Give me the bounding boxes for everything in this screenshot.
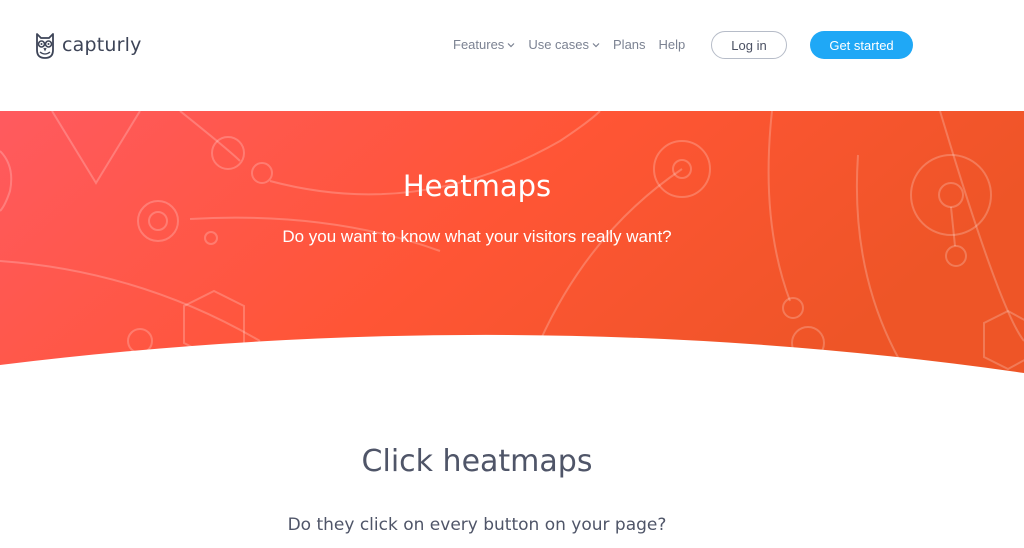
nav-item-label: Help [658,37,686,52]
nav-item-label: Features [453,37,505,52]
site-header: capturly Features Use cases Plans Help L… [0,0,1024,111]
owl-logo-icon [36,33,54,59]
hero-title: Heatmaps [402,169,552,203]
brand-logo[interactable]: capturly [34,30,142,60]
nav-item-plans[interactable]: Plans [613,37,646,52]
nav-item-features[interactable]: Features [453,37,515,52]
section-subtitle: Do they click on every button on your pa… [287,515,667,535]
nav-item-label: Plans [613,37,646,52]
chevron-down-icon [507,42,515,47]
get-started-button[interactable]: Get started [810,31,913,59]
nav-item-label: Use cases [528,37,590,52]
nav-item-help[interactable]: Help [659,37,686,52]
login-button[interactable]: Log in [711,31,787,59]
brand-name: capturly [62,34,142,56]
section-title: Click heatmaps [361,444,593,479]
nav-item-use-cases[interactable]: Use cases [528,37,600,52]
chevron-down-icon [592,42,600,47]
hero-banner: Heatmaps Do you want to know what your v… [0,111,1024,381]
main-nav: Features Use cases Plans Help [453,37,698,52]
hero-subtitle: Do you want to know what your visitors r… [282,227,672,246]
page: capturly Features Use cases Plans Help L… [0,0,1024,548]
